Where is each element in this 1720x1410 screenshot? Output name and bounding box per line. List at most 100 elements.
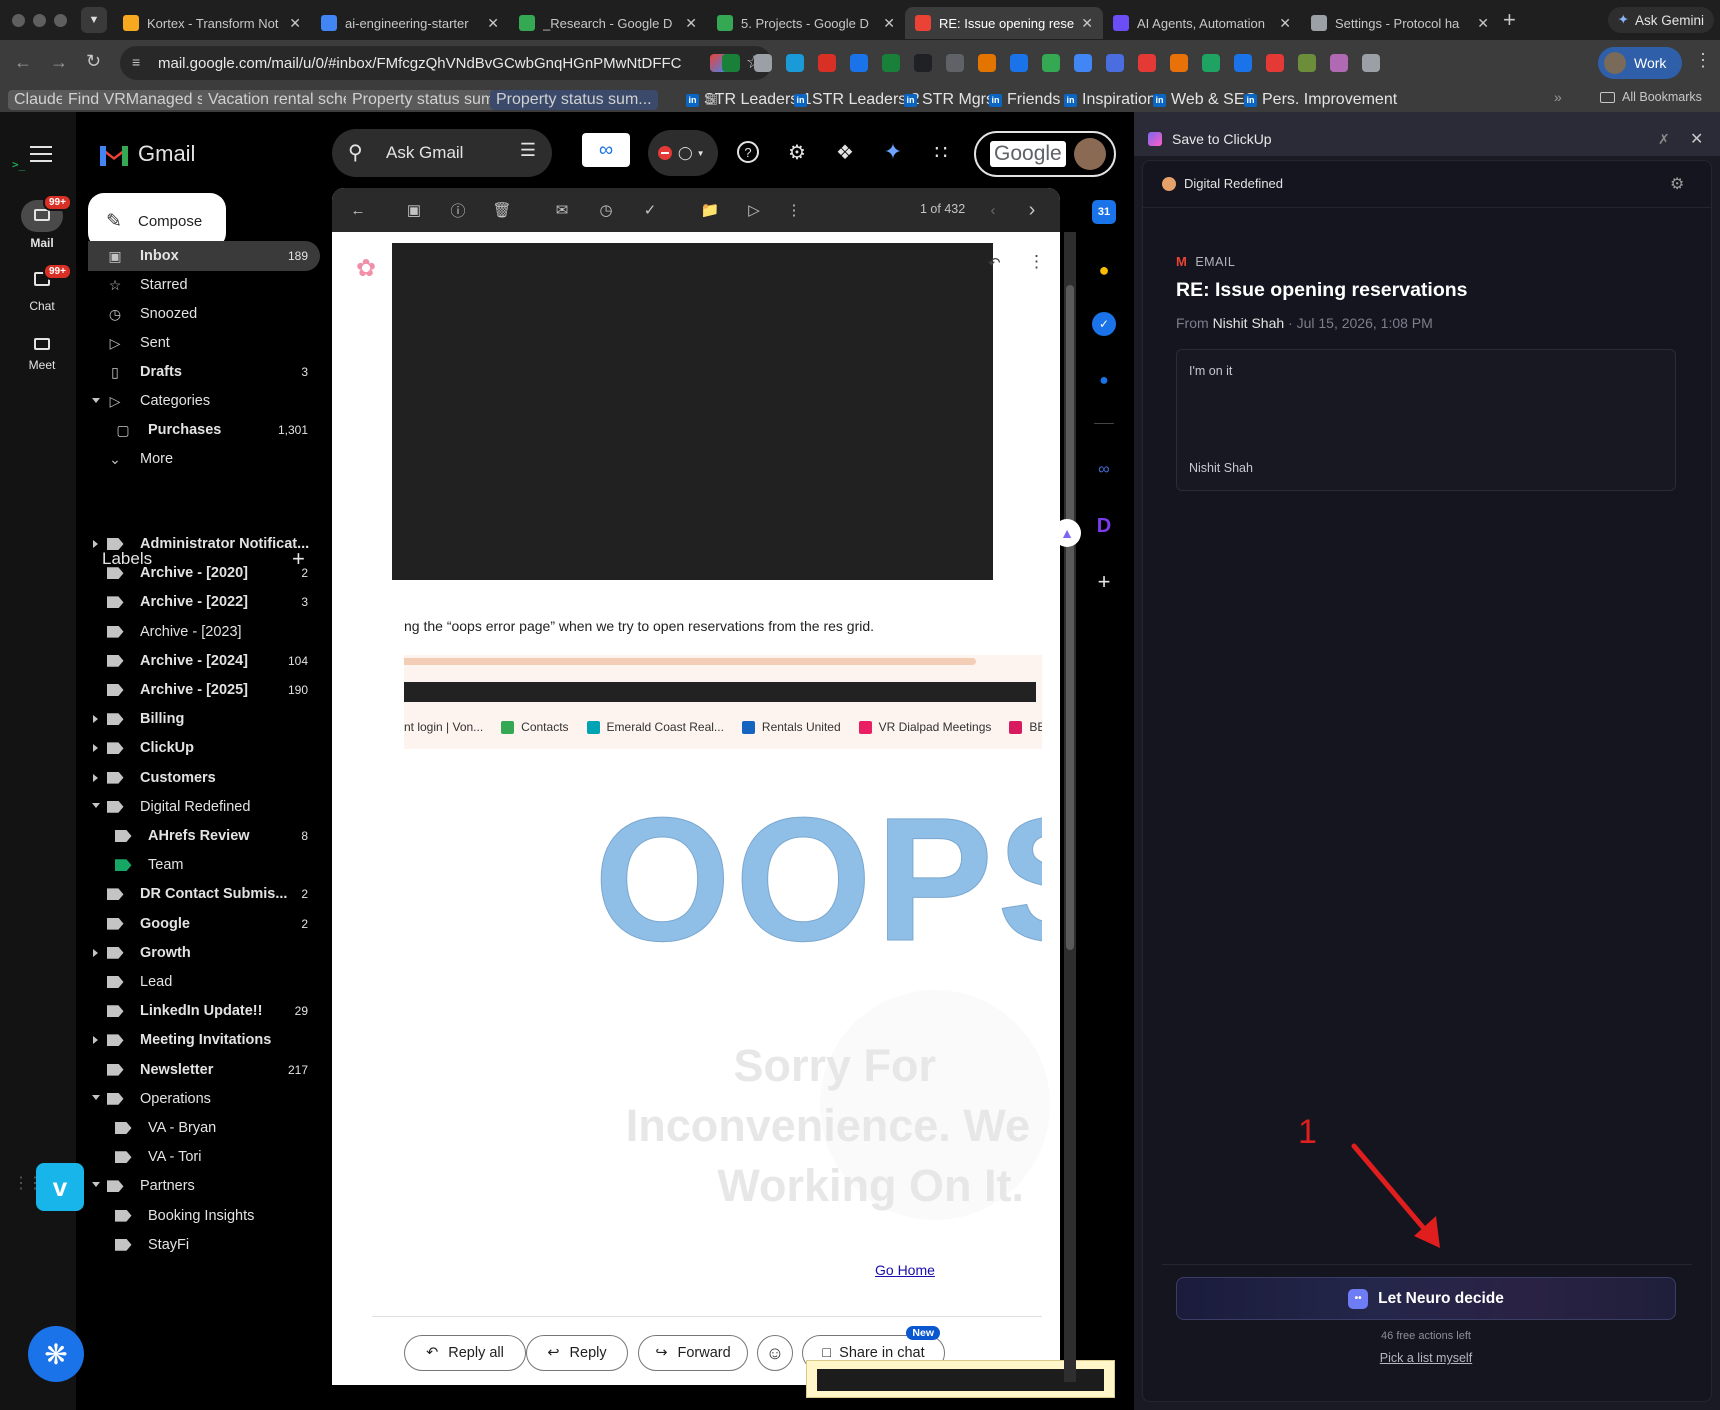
extension-icon[interactable] — [914, 54, 932, 72]
tab-u-logo[interactable]: AI Agents, Automation ✕ — [1103, 7, 1301, 39]
site-info-icon[interactable]: ≡ — [132, 54, 140, 70]
status-toggle[interactable]: ◯ ▼ — [648, 130, 718, 176]
label-growth[interactable]: Growth — [88, 938, 320, 968]
label-newsletter[interactable]: Newsletter 217 — [88, 1055, 320, 1085]
expand-caret-icon[interactable] — [93, 1036, 98, 1045]
extension-icon[interactable] — [1266, 54, 1284, 72]
expand-caret-icon[interactable] — [92, 802, 100, 808]
emoji-button[interactable]: ☺ — [757, 1335, 793, 1371]
delete-icon[interactable]: 🗑 — [492, 200, 512, 220]
settings-gear-icon[interactable]: ⚙ — [785, 140, 809, 164]
label-stayfi[interactable]: StayFi — [88, 1230, 320, 1260]
assistant-fab-icon[interactable]: ❋ — [28, 1326, 84, 1382]
expand-caret-icon[interactable] — [93, 773, 98, 782]
apps-grid-icon[interactable]: ∷ — [929, 140, 953, 164]
workspace-selector[interactable]: Digital Redefined — [1162, 176, 1283, 191]
label-linkedin-update[interactable]: LinkedIn Update!! 29 — [88, 996, 320, 1026]
profile-button[interactable]: Work — [1598, 47, 1682, 79]
reply-icon[interactable]: ↶ — [988, 254, 1001, 272]
reload-icon[interactable]: ↻ — [86, 51, 101, 72]
rail-meet[interactable]: Meet — [0, 336, 84, 372]
tab-docs[interactable]: ai-engineering-starter ✕ — [311, 7, 509, 39]
extension-icon[interactable] — [1138, 54, 1156, 72]
tasks-icon[interactable]: ✓ — [1092, 312, 1116, 336]
label-archive-2024[interactable]: Archive - [2024] 104 — [88, 646, 320, 676]
mark-unread-icon[interactable]: ✉ — [552, 200, 572, 220]
address-bar[interactable]: ≡ mail.google.com/mail/u/0/#inbox/FMfcgz… — [120, 46, 772, 80]
label-archive-2022[interactable]: Archive - [2022] 3 — [88, 587, 320, 617]
nav-item-starred[interactable]: ☆ Starred — [88, 270, 320, 300]
nav-item-more[interactable]: ⌄ More — [88, 444, 320, 474]
ask-gmail-search[interactable]: ⚲ Ask Gmail ☰ — [332, 129, 552, 177]
extension-icon[interactable] — [1330, 54, 1348, 72]
more-vert-icon[interactable]: ⋮ — [784, 200, 804, 220]
tab-drive[interactable]: 5. Projects - Google D ✕ — [707, 7, 905, 39]
help-icon[interactable]: ? — [737, 141, 759, 163]
expand-caret-icon[interactable] — [93, 948, 98, 957]
extension-icon[interactable] — [850, 54, 868, 72]
bookmarks-overflow-icon[interactable]: » — [1554, 89, 1562, 105]
label-administrator-notificat[interactable]: Administrator Notificat... — [88, 529, 320, 559]
main-menu-icon[interactable] — [30, 146, 52, 162]
extension-icon[interactable] — [1202, 54, 1220, 72]
label-archive-2023[interactable]: Archive - [2023] — [88, 617, 320, 647]
extension-icon[interactable] — [722, 54, 740, 72]
nav-item-snoozed[interactable]: ◷ Snoozed — [88, 299, 320, 329]
label-clickup[interactable]: ClickUp — [88, 733, 320, 763]
tab-gmail[interactable]: RE: Issue opening rese ✕ — [905, 7, 1103, 39]
dialpad-icon[interactable]: D — [1092, 514, 1116, 538]
go-home-link[interactable]: Go Home — [875, 1262, 935, 1278]
snooze-icon[interactable]: ◷ — [596, 200, 616, 220]
ask-gemini-button[interactable]: ✦ Ask Gemini — [1607, 7, 1714, 33]
rail-mail[interactable]: 99+ Mail — [0, 194, 84, 250]
extension-link-icon[interactable]: ❖ — [833, 140, 857, 164]
label-archive-2025[interactable]: Archive - [2025] 190 — [88, 675, 320, 705]
extension-icon[interactable] — [1010, 54, 1028, 72]
let-neuro-decide-button[interactable]: •• Let Neuro decide — [1176, 1277, 1676, 1320]
google-account-button[interactable]: Google — [974, 131, 1116, 177]
settings-gear-icon[interactable]: ⚙ — [1670, 174, 1684, 194]
report-spam-icon[interactable]: ⓘ — [448, 200, 468, 220]
nav-item-purchases[interactable]: ▢ Purchases 1,301 — [88, 415, 320, 445]
keep-icon[interactable]: ● — [1092, 258, 1116, 282]
nav-item-drafts[interactable]: ▯ Drafts 3 — [88, 357, 320, 387]
label-booking-insights[interactable]: Booking Insights — [88, 1201, 320, 1231]
message-more-icon[interactable]: ⋮ — [1028, 252, 1045, 272]
reply-all-button[interactable]: ↶ Reply all — [404, 1335, 526, 1371]
tab-close-icon[interactable]: ✕ — [1477, 15, 1489, 32]
label-google[interactable]: Google 2 — [88, 909, 320, 939]
browser-menu-icon[interactable]: ⋮ — [1694, 50, 1712, 71]
gemini-sparkle-icon[interactable]: ✦ — [881, 139, 905, 164]
tab-close-icon[interactable]: ✕ — [1279, 15, 1291, 32]
vimeo-icon[interactable]: v — [36, 1163, 84, 1211]
tab-close-icon[interactable]: ✕ — [685, 15, 697, 32]
forward-button[interactable]: ↪ Forward — [638, 1335, 748, 1371]
label-digital-redefined[interactable]: Digital Redefined — [88, 792, 320, 822]
expand-caret-icon[interactable] — [93, 540, 98, 548]
tab-kortex[interactable]: Kortex - Transform Not ✕ — [113, 7, 311, 39]
window-close-button[interactable] — [12, 13, 25, 27]
label-lead[interactable]: Lead — [88, 967, 320, 997]
label-meeting-invitations[interactable]: Meeting Invitations — [88, 1025, 320, 1055]
move-to-icon[interactable]: 📁 — [700, 200, 720, 220]
extension-icon[interactable] — [1074, 54, 1092, 72]
tab-close-icon[interactable]: ✕ — [883, 15, 895, 32]
tab-close-icon[interactable]: ✕ — [487, 15, 499, 32]
rail-chat[interactable]: 99+ Chat — [0, 263, 84, 313]
newer-chevron-icon[interactable]: ‹ — [983, 200, 1003, 220]
get-addons-icon[interactable]: + — [1092, 569, 1116, 594]
clickup-link-ext-icon[interactable]: ∞ — [582, 133, 630, 167]
label-va-bryan[interactable]: VA - Bryan — [88, 1113, 320, 1143]
bookmark-item[interactable]: Property status sum... — [490, 90, 658, 110]
extension-icon[interactable] — [786, 54, 804, 72]
extension-icon[interactable] — [1298, 54, 1316, 72]
calendar-icon[interactable]: 31 — [1092, 200, 1116, 224]
unpin-icon[interactable]: ✗ — [1658, 131, 1670, 148]
extension-icon[interactable] — [818, 54, 836, 72]
extension-icon[interactable] — [1042, 54, 1060, 72]
contacts-icon[interactable]: ● — [1092, 369, 1116, 393]
nav-item-inbox[interactable]: ▣ Inbox 189 — [88, 241, 320, 271]
search-options-icon[interactable]: ☰ — [520, 140, 536, 161]
extension-icon[interactable] — [946, 54, 964, 72]
bookmark-item[interactable]: in Friends — [983, 90, 1066, 110]
